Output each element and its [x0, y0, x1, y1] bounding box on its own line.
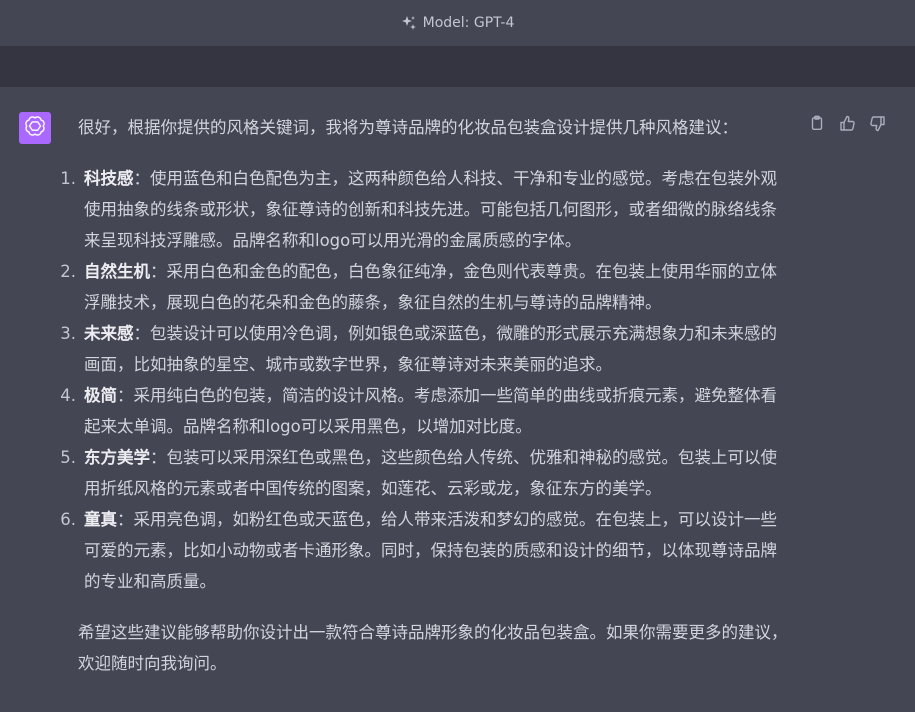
- list-item: 5. 东方美学：包装可以采用深红色或黑色，这些颜色给人传统、优雅和神秘的感觉。包装…: [60, 442, 793, 504]
- top-bar: Model: GPT-4: [0, 0, 915, 47]
- list-item: 4. 极简：采用纯白色的包装，简洁的设计风格。考虑添加一些简单的曲线或折痕元素，避…: [60, 380, 793, 442]
- style-description: ：采用亮色调，如粉红色或天蓝色，给人带来活泼和梦幻的感觉。在包装上，可以设计一些…: [84, 510, 777, 591]
- list-number: 2.: [60, 262, 76, 281]
- list-item: 3. 未来感：包装设计可以使用冷色调，例如银色或深蓝色，微雕的形式展示充满想象力和…: [60, 318, 793, 380]
- previous-message-band: [0, 47, 915, 87]
- message-actions: [808, 114, 886, 132]
- style-term: 极简: [84, 386, 117, 405]
- list-number: 4.: [60, 386, 76, 405]
- list-item: 2. 自然生机：采用白色和金色的配色，白色象征纯净，金色则代表尊贵。在包装上使用华…: [60, 256, 793, 318]
- clipboard-icon[interactable]: [808, 114, 826, 132]
- model-label: Model: GPT-4: [422, 15, 515, 31]
- assistant-avatar: [19, 112, 51, 144]
- style-term: 未来感: [84, 324, 134, 343]
- style-description: ：采用白色和金色的配色，白色象征纯净，金色则代表尊贵。在包装上使用华丽的立体浮雕…: [84, 262, 777, 312]
- thumbs-up-icon[interactable]: [838, 114, 856, 132]
- intro-text: 很好，根据你提供的风格关键词，我将为尊诗品牌的化妆品包装盒设计提供几种风格建议：: [78, 118, 738, 137]
- list-item: 1. 科技感：使用蓝色和白色配色为主，这两种颜色给人科技、干净和专业的感觉。考虑在…: [60, 163, 793, 256]
- style-description: ：采用纯白色的包装，简洁的设计风格。考虑添加一些简单的曲线或折痕元素，避免整体看…: [84, 386, 777, 436]
- closing-text: 希望这些建议能够帮助你设计出一款符合尊诗品牌形象的化妆品包装盒。如果你需要更多的…: [78, 623, 788, 673]
- model-indicator[interactable]: Model: GPT-4: [401, 15, 515, 31]
- style-description: ：使用蓝色和白色配色为主，这两种颜色给人科技、干净和专业的感觉。考虑在包装外观使…: [84, 169, 777, 250]
- style-term: 科技感: [84, 169, 134, 188]
- style-description: ：包装设计可以使用冷色调，例如银色或深蓝色，微雕的形式展示充满想象力和未来感的画…: [84, 324, 777, 374]
- sparkle-icon: [401, 15, 417, 31]
- style-term: 东方美学: [84, 448, 150, 467]
- openai-logo-icon: [24, 115, 46, 141]
- list-number: 1.: [60, 169, 76, 188]
- style-term: 童真: [84, 510, 117, 529]
- style-description: ：包装可以采用深红色或黑色，这些颜色给人传统、优雅和神秘的感觉。包装上可以使用折…: [84, 448, 777, 498]
- list-number: 5.: [60, 448, 76, 467]
- suggestion-list: 1. 科技感：使用蓝色和白色配色为主，这两种颜色给人科技、干净和专业的感觉。考虑在…: [60, 163, 793, 597]
- message-content: 很好，根据你提供的风格关键词，我将为尊诗品牌的化妆品包装盒设计提供几种风格建议：…: [60, 112, 793, 679]
- style-term: 自然生机: [84, 262, 150, 281]
- list-number: 3.: [60, 324, 76, 343]
- list-item: 6. 童真：采用亮色调，如粉红色或天蓝色，给人带来活泼和梦幻的感觉。在包装上，可以…: [60, 504, 793, 597]
- list-number: 6.: [60, 510, 76, 529]
- thumbs-down-icon[interactable]: [868, 114, 886, 132]
